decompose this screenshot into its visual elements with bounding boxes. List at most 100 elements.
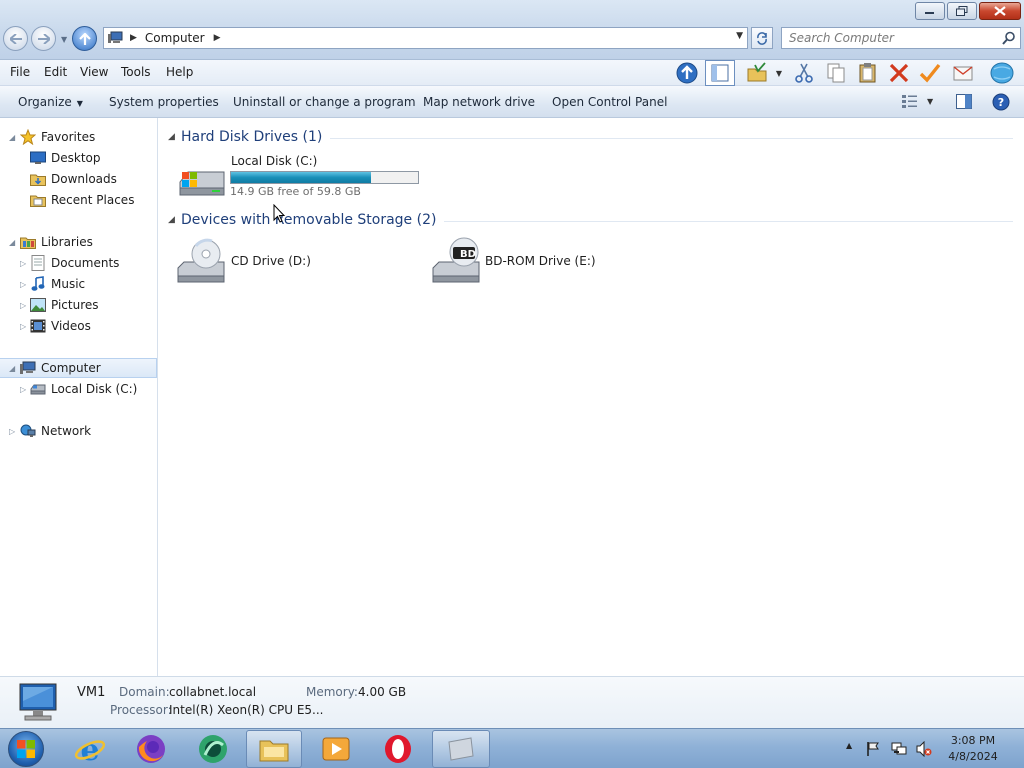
toolbar-folder-options-icon[interactable]: [745, 62, 769, 84]
collapse-arrow-icon[interactable]: ▷: [20, 385, 26, 394]
preview-pane-button[interactable]: [956, 94, 972, 112]
show-hidden-icons-button[interactable]: ▲: [846, 741, 852, 750]
cut-icon[interactable]: [792, 62, 816, 84]
menu-file[interactable]: File: [10, 65, 30, 79]
uninstall-program-button[interactable]: Uninstall or change a program: [233, 95, 416, 109]
expand-arrow-icon[interactable]: ◢: [9, 364, 15, 373]
address-history-dropdown[interactable]: ▼: [736, 31, 743, 41]
system-properties-button[interactable]: System properties: [109, 95, 219, 109]
drive-e-name: BD-ROM Drive (E:): [485, 254, 596, 268]
nav-label: Favorites: [41, 130, 96, 144]
volume-muted-icon[interactable]: [916, 741, 932, 757]
checkmark-icon[interactable]: [918, 62, 942, 84]
chevron-down-icon: ▼: [76, 99, 83, 108]
nav-music[interactable]: ▷ Music: [0, 274, 157, 294]
taskbar-app-window[interactable]: [432, 730, 490, 768]
search-box: [781, 27, 1021, 49]
view-dropdown-chevron-icon[interactable]: ▼: [927, 97, 933, 106]
collapse-triangle-icon[interactable]: ◢: [168, 132, 181, 142]
taskbar-opera[interactable]: [370, 730, 426, 768]
nav-favorites[interactable]: ◢ Favorites: [0, 127, 157, 147]
search-input[interactable]: [782, 28, 992, 48]
nav-label: Music: [51, 277, 86, 291]
nav-label: Pictures: [51, 298, 99, 312]
organize-button[interactable]: Organize ▼: [18, 95, 83, 109]
start-button[interactable]: [8, 731, 44, 767]
network-globe-icon[interactable]: [990, 62, 1014, 84]
nav-label: Desktop: [51, 151, 101, 165]
taskbar-internet-explorer[interactable]: e: [62, 730, 118, 768]
taskbar-green-app[interactable]: [185, 730, 241, 768]
media-player-icon: [322, 737, 350, 761]
nav-desktop[interactable]: Desktop: [0, 148, 157, 168]
menu-edit[interactable]: Edit: [44, 65, 67, 79]
nav-downloads[interactable]: Downloads: [0, 169, 157, 189]
nav-videos[interactable]: ▷ Videos: [0, 316, 157, 336]
map-network-drive-button[interactable]: Map network drive: [423, 95, 535, 109]
cd-drive-icon: [177, 238, 225, 283]
toolbar-view-dropdown[interactable]: ▼: [771, 62, 787, 84]
properties-icon[interactable]: [951, 62, 975, 84]
system-clock[interactable]: 3:08 PM 4/8/2024: [940, 733, 1006, 765]
nav-label: Network: [41, 424, 92, 438]
collapse-arrow-icon[interactable]: ▷: [20, 280, 26, 289]
breadcrumb-computer[interactable]: Computer: [145, 31, 205, 45]
computer-icon: [108, 31, 123, 43]
nav-pictures[interactable]: ▷ Pictures: [0, 295, 157, 315]
group-header-removable[interactable]: ◢ Devices with Removable Storage (2): [168, 210, 1013, 230]
taskbar-media-player[interactable]: [308, 730, 364, 768]
copy-icon[interactable]: [824, 62, 848, 84]
expand-arrow-icon[interactable]: ◢: [9, 238, 15, 247]
help-button[interactable]: ?: [992, 93, 1010, 114]
nav-recent-places[interactable]: Recent Places: [0, 190, 157, 210]
nav-documents[interactable]: ▷ Documents: [0, 253, 157, 273]
taskbar-windows-explorer[interactable]: [246, 730, 302, 768]
up-button[interactable]: [72, 26, 97, 51]
nav-label: Libraries: [41, 235, 93, 249]
breadcrumb-separator[interactable]: ▶: [130, 33, 137, 43]
nav-libraries[interactable]: ◢ Libraries: [0, 232, 157, 252]
collapse-triangle-icon[interactable]: ◢: [168, 215, 181, 225]
collapse-arrow-icon[interactable]: ▷: [20, 301, 26, 310]
computer-monitor-icon: [19, 683, 57, 721]
opera-icon: [385, 735, 411, 763]
back-button[interactable]: [3, 26, 28, 51]
toolbar-up-icon[interactable]: [675, 62, 699, 84]
collapse-arrow-icon[interactable]: ▷: [20, 322, 26, 331]
delete-icon[interactable]: [887, 62, 911, 84]
minimize-button[interactable]: [915, 2, 945, 20]
recent-pages-dropdown[interactable]: ▼: [61, 35, 67, 44]
search-icon[interactable]: [1002, 31, 1016, 45]
expand-arrow-icon[interactable]: ◢: [9, 133, 15, 142]
collapse-arrow-icon[interactable]: ▷: [9, 427, 15, 436]
drive-e-item[interactable]: BD BD-ROM Drive (E:): [425, 232, 645, 288]
menu-view[interactable]: View: [80, 65, 108, 79]
refresh-button[interactable]: [751, 27, 773, 49]
toolbar-folders-pane-icon[interactable]: [705, 60, 735, 86]
action-center-flag-icon[interactable]: [866, 741, 880, 757]
internet-explorer-icon: e: [74, 733, 106, 765]
view-options-icon: [902, 95, 917, 108]
change-view-button[interactable]: [902, 94, 918, 111]
nav-local-disk[interactable]: ▷ Local Disk (C:): [0, 379, 157, 399]
drive-c-name[interactable]: Local Disk (C:): [231, 154, 317, 168]
hard-drive-icon: [30, 381, 46, 397]
menu-help[interactable]: Help: [166, 65, 193, 79]
nav-label: Downloads: [51, 172, 117, 186]
help-icon: ?: [992, 93, 1010, 111]
close-button[interactable]: [979, 2, 1021, 20]
collapse-arrow-icon[interactable]: ▷: [20, 259, 26, 268]
open-control-panel-button[interactable]: Open Control Panel: [552, 95, 667, 109]
drive-d-item[interactable]: CD Drive (D:): [170, 232, 370, 288]
maximize-button[interactable]: [947, 2, 977, 20]
network-tray-icon[interactable]: [891, 741, 907, 757]
address-bar[interactable]: ▶ Computer ▶ ▼: [103, 27, 748, 49]
nav-network[interactable]: ▷ Network: [0, 421, 157, 441]
group-header-hard-disks[interactable]: ◢ Hard Disk Drives (1): [168, 127, 1013, 147]
breadcrumb-chevron-icon[interactable]: ▶: [214, 33, 221, 43]
menu-tools[interactable]: Tools: [121, 65, 151, 79]
paste-icon[interactable]: [856, 62, 880, 84]
forward-button[interactable]: [31, 26, 56, 51]
nav-computer[interactable]: ◢ Computer: [0, 358, 157, 378]
taskbar-firefox[interactable]: [123, 730, 179, 768]
